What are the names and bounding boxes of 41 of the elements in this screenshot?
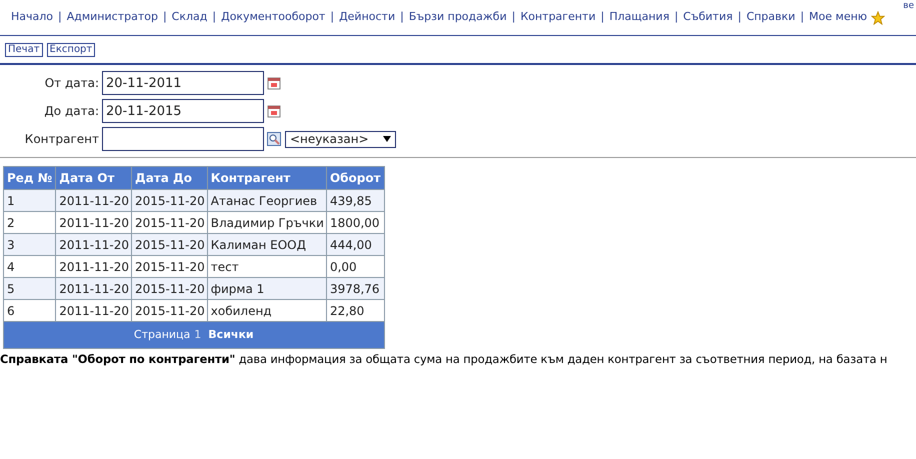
nav-link[interactable]: Плащания [609,9,670,26]
nav-separator: | [400,9,404,26]
nav-link[interactable]: Склад [172,9,208,26]
nav-separator: | [800,9,804,26]
nav-separator: | [674,9,678,26]
column-header[interactable]: Контрагент [207,166,326,190]
star-icon[interactable] [871,10,886,24]
calendar-icon[interactable] [267,104,281,118]
report-description: Справката "Оборот по контрагенти" дава информация за общата сума на продажбите към даден контрагент за съответния период, на базата н [0,351,888,368]
date-field[interactable]: 20-11-2011 [102,71,264,95]
nav-link[interactable]: Бързи продажби [408,9,507,26]
contractor-select[interactable]: <неуказан> [285,130,396,148]
column-header[interactable]: Ред № [4,166,56,190]
nav-separator: | [512,9,516,26]
pager-label: Страница [134,328,190,341]
calendar-icon[interactable] [267,76,281,90]
field-label: Контрагент [24,131,100,148]
toolbar-button[interactable]: Печат [5,42,43,56]
nav-separator: | [162,9,167,26]
nav-separator: | [738,9,742,26]
nav-link[interactable]: Администратор [66,9,158,26]
show-all-link[interactable]: Всички [208,328,254,341]
nav-link[interactable]: Контрагенти [520,9,596,26]
nav-link[interactable]: Начало [11,9,54,26]
field-label: От дата: [44,75,100,92]
nav-separator: | [58,9,62,26]
nav-link[interactable]: Документооборот [221,9,326,26]
nav-separator: | [600,9,604,26]
search-icon[interactable] [267,132,281,146]
contractor-field[interactable] [102,127,264,151]
nav-separator: | [212,9,216,26]
corner-text: ве [903,0,914,13]
toolbar-button[interactable]: Експорт [46,42,96,56]
date-field[interactable]: 20-11-2015 [102,99,264,123]
nav-link[interactable]: Справки [746,9,796,26]
nav-link[interactable]: Дейности [339,9,396,26]
nav-separator: | [330,9,334,26]
field-label: До дата: [43,103,100,120]
nav-link[interactable]: Мое меню [809,9,868,26]
nav-link[interactable]: Събития [683,9,733,26]
caret-icon [382,136,391,142]
